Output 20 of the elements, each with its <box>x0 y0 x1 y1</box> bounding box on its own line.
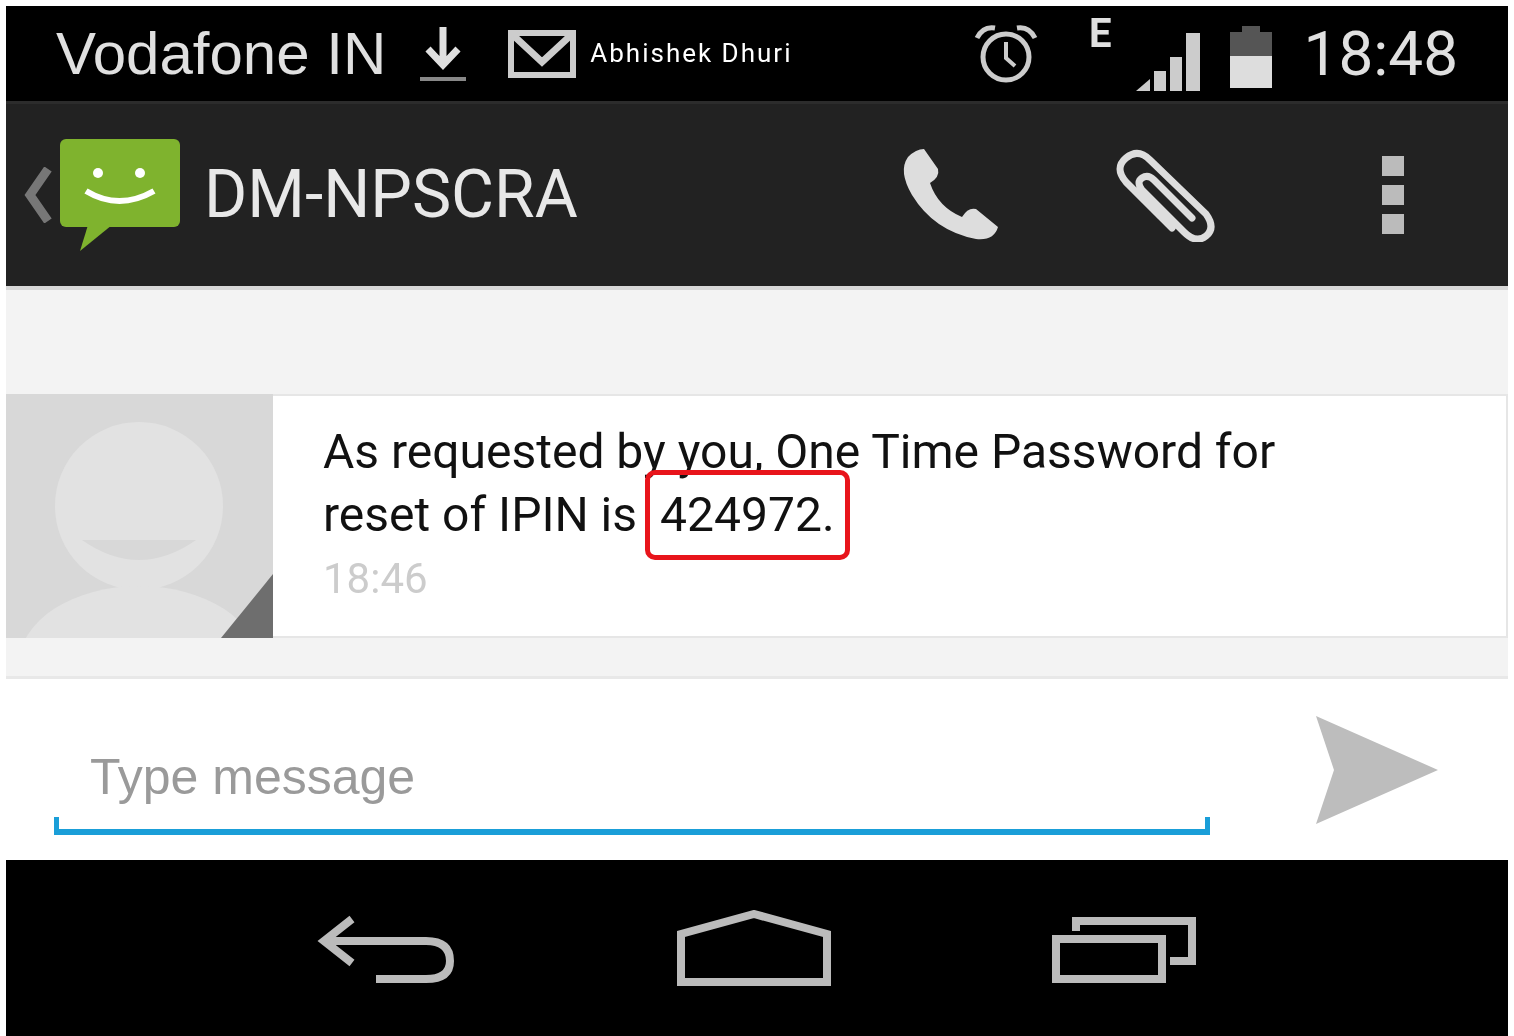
back-nav-button[interactable] <box>316 913 457 983</box>
network-type: E <box>1089 14 1112 54</box>
carrier-name: Vodafone IN <box>56 23 387 84</box>
back-arrow-icon <box>316 913 457 983</box>
home-icon <box>677 910 831 986</box>
alarm-clock-icon <box>973 23 1040 84</box>
mail-icon <box>508 29 577 78</box>
battery-icon <box>1227 25 1274 90</box>
send-arrow-icon <box>1316 715 1438 824</box>
message-text: reset of IPIN is <box>323 485 638 545</box>
back-button[interactable] <box>24 137 182 253</box>
chat-bubble-icon <box>58 137 182 253</box>
overflow-menu-icon <box>1382 156 1404 234</box>
notification-text: Abhishek Dhuri <box>590 37 793 70</box>
contact-name: DM-NPSCRA <box>204 162 578 228</box>
message-input-field[interactable]: Type message <box>54 724 1210 835</box>
status-time: 18:48 <box>1303 22 1458 85</box>
home-nav-button[interactable] <box>677 910 831 986</box>
menu-button[interactable] <box>1382 156 1404 234</box>
back-caret-icon <box>24 167 54 223</box>
